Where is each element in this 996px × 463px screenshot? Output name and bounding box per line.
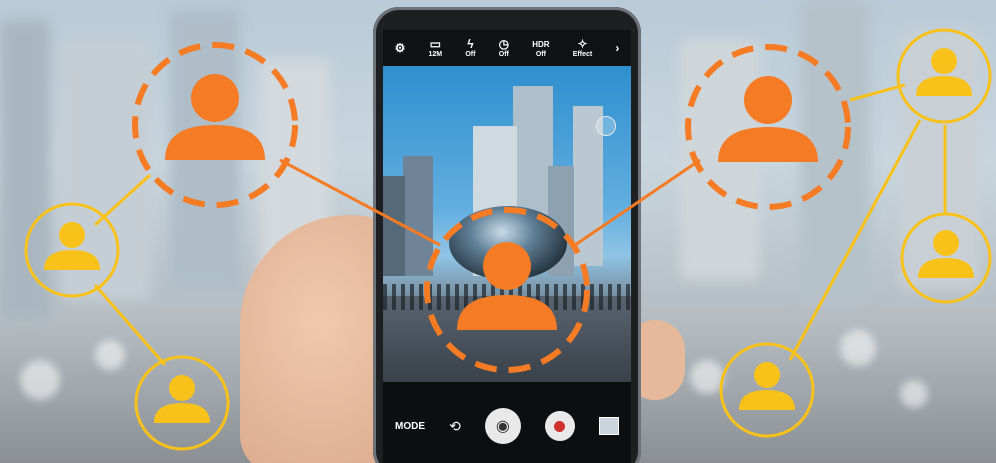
connection-line (849, 83, 906, 102)
user-icon (165, 125, 265, 160)
user-node-small (900, 212, 992, 304)
user-node-small (719, 342, 815, 438)
user-icon (154, 403, 210, 423)
user-node-small (134, 355, 230, 451)
user-icon (739, 390, 795, 410)
user-node-large (132, 42, 298, 208)
user-icon (918, 258, 974, 278)
user-icon (718, 127, 818, 162)
connection-line (279, 158, 441, 247)
user-icon (754, 362, 780, 388)
user-icon (169, 375, 195, 401)
user-icon (933, 230, 959, 256)
scene: ⚙ ▭ 12M ϟ Off ◷ Off HDR Off ✧ Effect › M… (0, 0, 996, 463)
user-icon (457, 295, 557, 330)
orange-connections (279, 158, 701, 247)
user-icon (931, 48, 957, 74)
user-icon (59, 222, 85, 248)
user-icon (483, 242, 531, 290)
connection-line (93, 284, 167, 366)
user-icon (191, 74, 239, 122)
connection-line (574, 158, 701, 247)
user-node-small (896, 28, 992, 124)
user-node-large (424, 207, 590, 373)
user-node-small (24, 202, 120, 298)
user-icon (44, 250, 100, 270)
network-overlay (24, 28, 992, 451)
user-icon (744, 76, 792, 124)
user-icon (916, 76, 972, 96)
user-node-large (685, 44, 851, 210)
